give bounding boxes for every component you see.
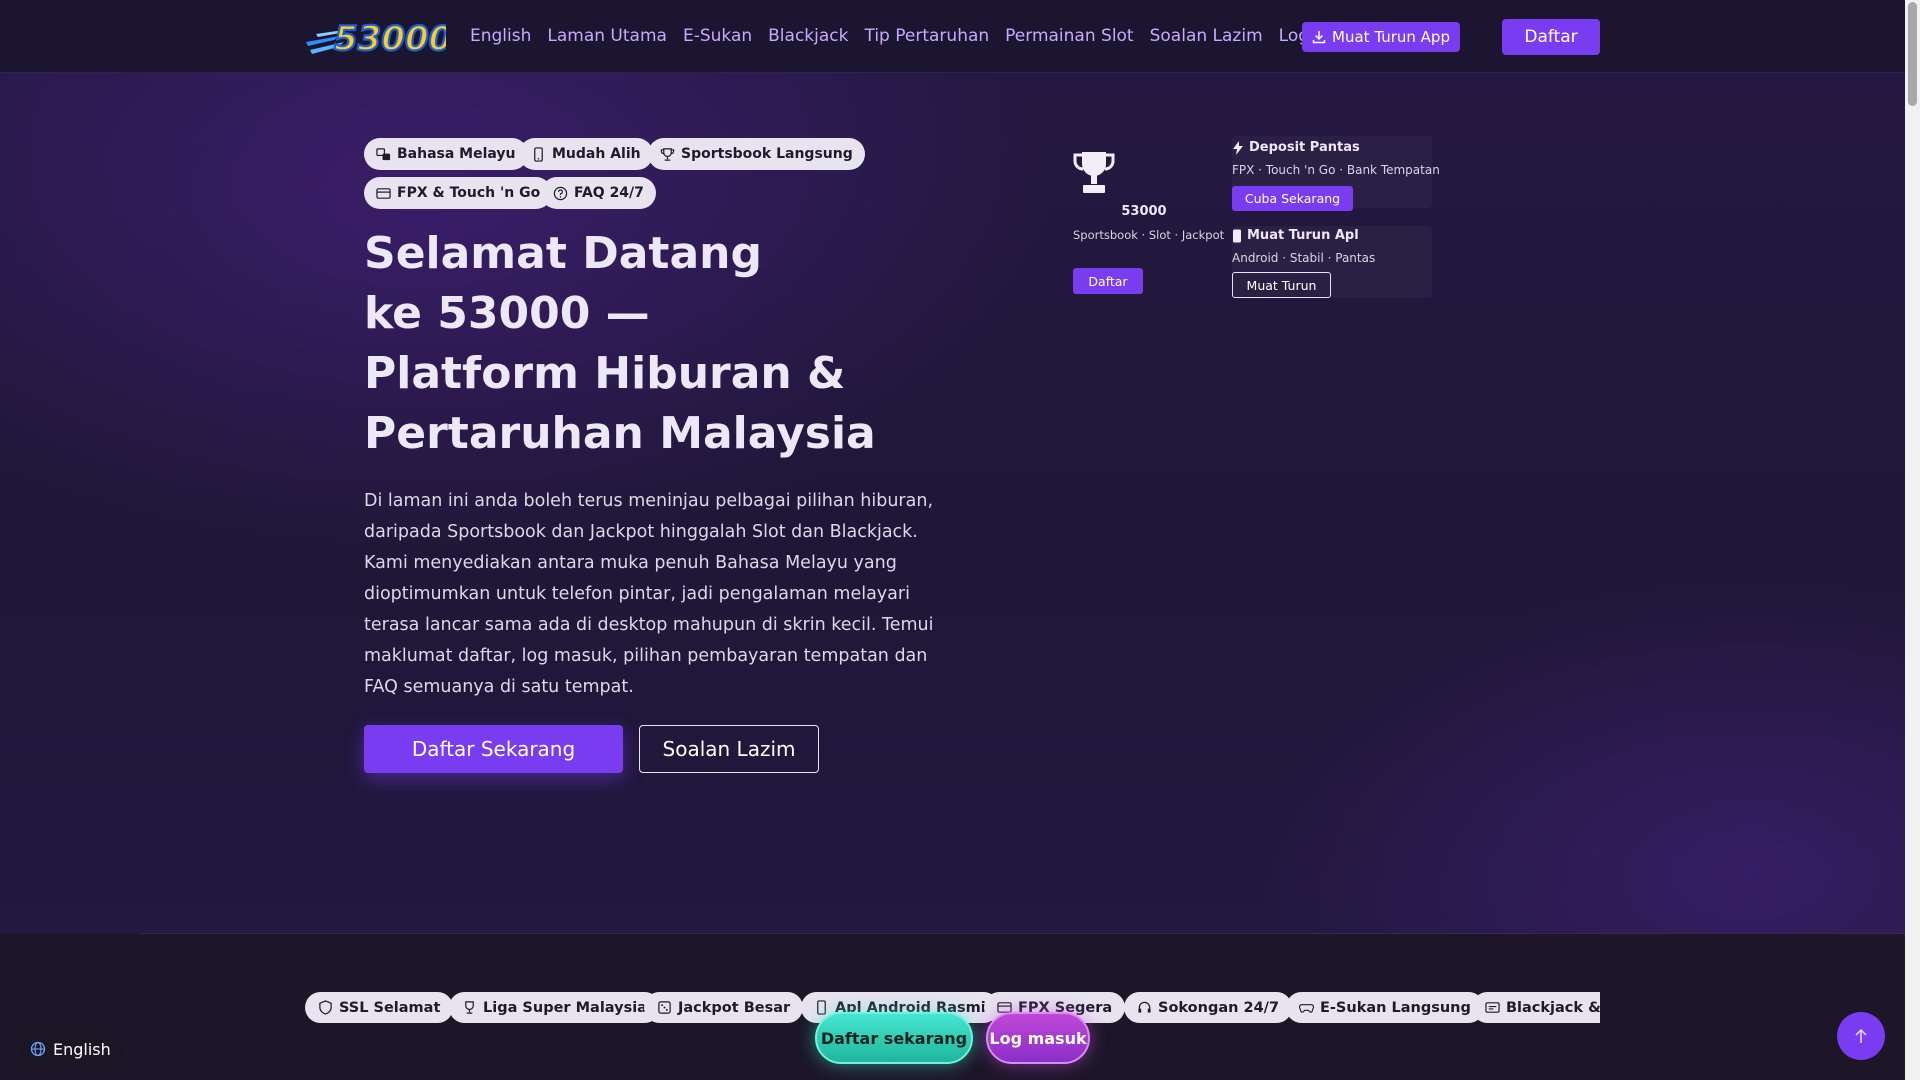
- chip-label: Bahasa Melayu: [397, 146, 516, 162]
- arrow-up-icon: [1855, 1028, 1867, 1043]
- scrollbar-thumb[interactable]: [1908, 2, 1917, 106]
- register-button-top[interactable]: Daftar: [1502, 19, 1600, 55]
- hero-title-line: Selamat Datang: [364, 228, 762, 279]
- download-icon: [1312, 31, 1326, 44]
- question-icon: [553, 186, 568, 200]
- gamepad-icon: [1299, 1004, 1314, 1013]
- trust-chip-esports: E-Sukan Langsung: [1286, 992, 1484, 1023]
- shield-icon: [319, 1000, 332, 1015]
- hero-title-line: Platform Hiburan &: [364, 348, 846, 399]
- chip-label: FPX & Touch 'n Go: [397, 185, 541, 201]
- section-divider: [140, 933, 1905, 934]
- app-title: Muat Turun Apl: [1232, 228, 1359, 243]
- cards-icon: [1485, 1002, 1500, 1013]
- hero-title: Selamat Datang ke 53000 — Platform Hibur…: [364, 224, 884, 464]
- brand-subtitle: Sportsbook · Slot · Jackpot: [1073, 228, 1225, 242]
- nav-blackjack[interactable]: Blackjack: [768, 26, 848, 46]
- chip-bahasa-melayu: Bahasa Melayu: [364, 138, 528, 170]
- brand-name: 53000: [1121, 204, 1167, 219]
- trust-chip-jackpot: Jackpot Besar: [644, 992, 804, 1023]
- deposit-title: Deposit Pantas: [1232, 140, 1360, 155]
- faq-button[interactable]: Soalan Lazim: [639, 725, 819, 773]
- nav-e-sukan[interactable]: E-Sukan: [683, 26, 752, 46]
- chip-fpx-touch-n-go: FPX & Touch 'n Go: [364, 177, 553, 209]
- trust-chip-label: Jackpot Besar: [678, 999, 791, 1016]
- lightning-icon: [1233, 140, 1243, 155]
- trust-chip-label: SSL Selamat: [339, 999, 441, 1016]
- brand-register-button[interactable]: Daftar: [1073, 268, 1143, 294]
- hero-title-line: Pertaruhan Malaysia: [364, 408, 876, 459]
- chip-label: Sportsbook Langsung: [681, 146, 853, 162]
- site-logo[interactable]: 53000: [304, 12, 453, 62]
- nav-tip-pertaruhan[interactable]: Tip Pertaruhan: [864, 26, 989, 46]
- headset-icon: [1138, 1001, 1151, 1013]
- nav-english[interactable]: English: [470, 26, 531, 46]
- app-title-label: Muat Turun Apl: [1247, 228, 1359, 243]
- deposit-subtitle: FPX · Touch 'n Go · Bank Tempatan: [1232, 163, 1440, 177]
- chip-sportsbook-langsung: Sportsbook Langsung: [648, 138, 865, 170]
- nav-permainan-slot[interactable]: Permainan Slot: [1005, 26, 1133, 46]
- hero-description: Di laman ini anda boleh terus meninjau p…: [364, 491, 934, 697]
- try-now-button[interactable]: Cuba Sekarang: [1232, 186, 1353, 211]
- language-switcher[interactable]: English: [18, 1032, 122, 1066]
- translate-icon: [376, 147, 391, 160]
- floating-register-button[interactable]: Daftar sekarang: [815, 1012, 973, 1064]
- chip-mudah-alih: Mudah Alih: [519, 138, 653, 170]
- nav-laman-utama[interactable]: Laman Utama: [547, 26, 667, 46]
- deposit-title-label: Deposit Pantas: [1249, 140, 1360, 155]
- trust-chip-liga: Liga Super Malaysia: [449, 992, 660, 1023]
- trust-chip-blackjack: Blackjack & Baccarat: [1472, 992, 1600, 1023]
- nav-soalan-lazim[interactable]: Soalan Lazim: [1150, 26, 1263, 46]
- back-to-top-button[interactable]: [1837, 1012, 1885, 1060]
- logo-graphic: 53000: [306, 18, 453, 60]
- download-button[interactable]: Muat Turun: [1232, 272, 1331, 298]
- trophy-icon: [465, 1001, 474, 1014]
- mobile-icon: [534, 146, 543, 162]
- chip-label: Mudah Alih: [552, 146, 641, 162]
- mobile-icon: [817, 1000, 826, 1015]
- hero-background: [0, 72, 1905, 934]
- mobile-icon: [1233, 229, 1241, 242]
- main-nav: English Laman Utama E-Sukan Blackjack Ti…: [470, 0, 1385, 72]
- floating-login-button[interactable]: Log masuk: [986, 1012, 1090, 1064]
- download-app-label: Muat Turun App: [1332, 28, 1450, 46]
- trust-chip-label: E-Sukan Langsung: [1320, 999, 1471, 1016]
- chip-faq-24-7: FAQ 24/7: [541, 177, 656, 209]
- trust-chip-label: Sokongan 24/7: [1158, 999, 1280, 1016]
- trust-chip-label: Blackjack & Baccarat: [1506, 999, 1600, 1016]
- trust-chip-ssl: SSL Selamat: [305, 992, 454, 1023]
- chip-label: FAQ 24/7: [574, 185, 644, 201]
- logo-text: 53000: [334, 19, 446, 59]
- card-icon: [376, 187, 391, 199]
- app-subtitle: Android · Stabil · Pantas: [1232, 251, 1376, 265]
- trophy-icon: [1073, 152, 1115, 193]
- trophy-icon: [660, 147, 675, 161]
- page-scrollbar[interactable]: [1905, 0, 1920, 1080]
- trust-chip-label: Liga Super Malaysia: [483, 999, 647, 1016]
- language-label: English: [53, 1039, 111, 1059]
- download-app-button[interactable]: Muat Turun App: [1302, 22, 1460, 52]
- dice-icon: [658, 1001, 671, 1014]
- globe-icon: [30, 1041, 46, 1057]
- trust-chip-support: Sokongan 24/7: [1124, 992, 1293, 1023]
- site-header: 53000 English Laman Utama E-Sukan Blackj…: [0, 0, 1905, 73]
- register-now-button[interactable]: Daftar Sekarang: [364, 725, 623, 773]
- hero-title-line: ke 53000 —: [364, 288, 650, 339]
